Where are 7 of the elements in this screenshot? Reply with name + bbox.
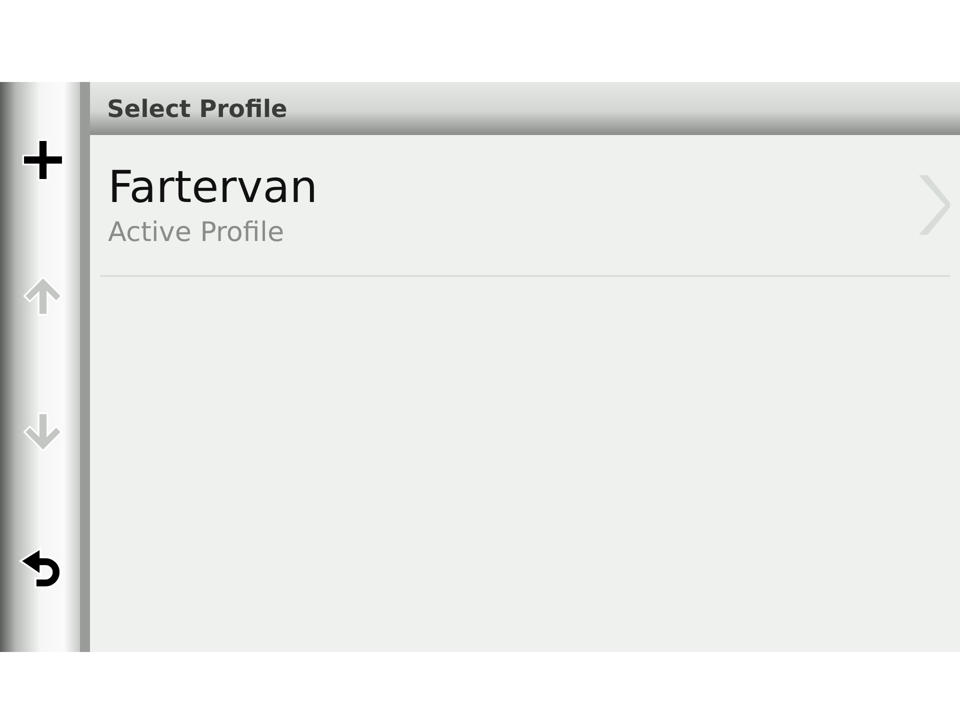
profile-name: Fartervan xyxy=(108,162,318,213)
down-arrow-icon xyxy=(21,410,65,454)
profile-status: Active Profile xyxy=(108,217,286,248)
profile-item[interactable]: Fartervan Active Profile xyxy=(100,135,950,277)
up-arrow-icon xyxy=(21,274,65,318)
screen-title: Select Profile xyxy=(107,94,288,122)
plus-icon xyxy=(21,138,65,182)
